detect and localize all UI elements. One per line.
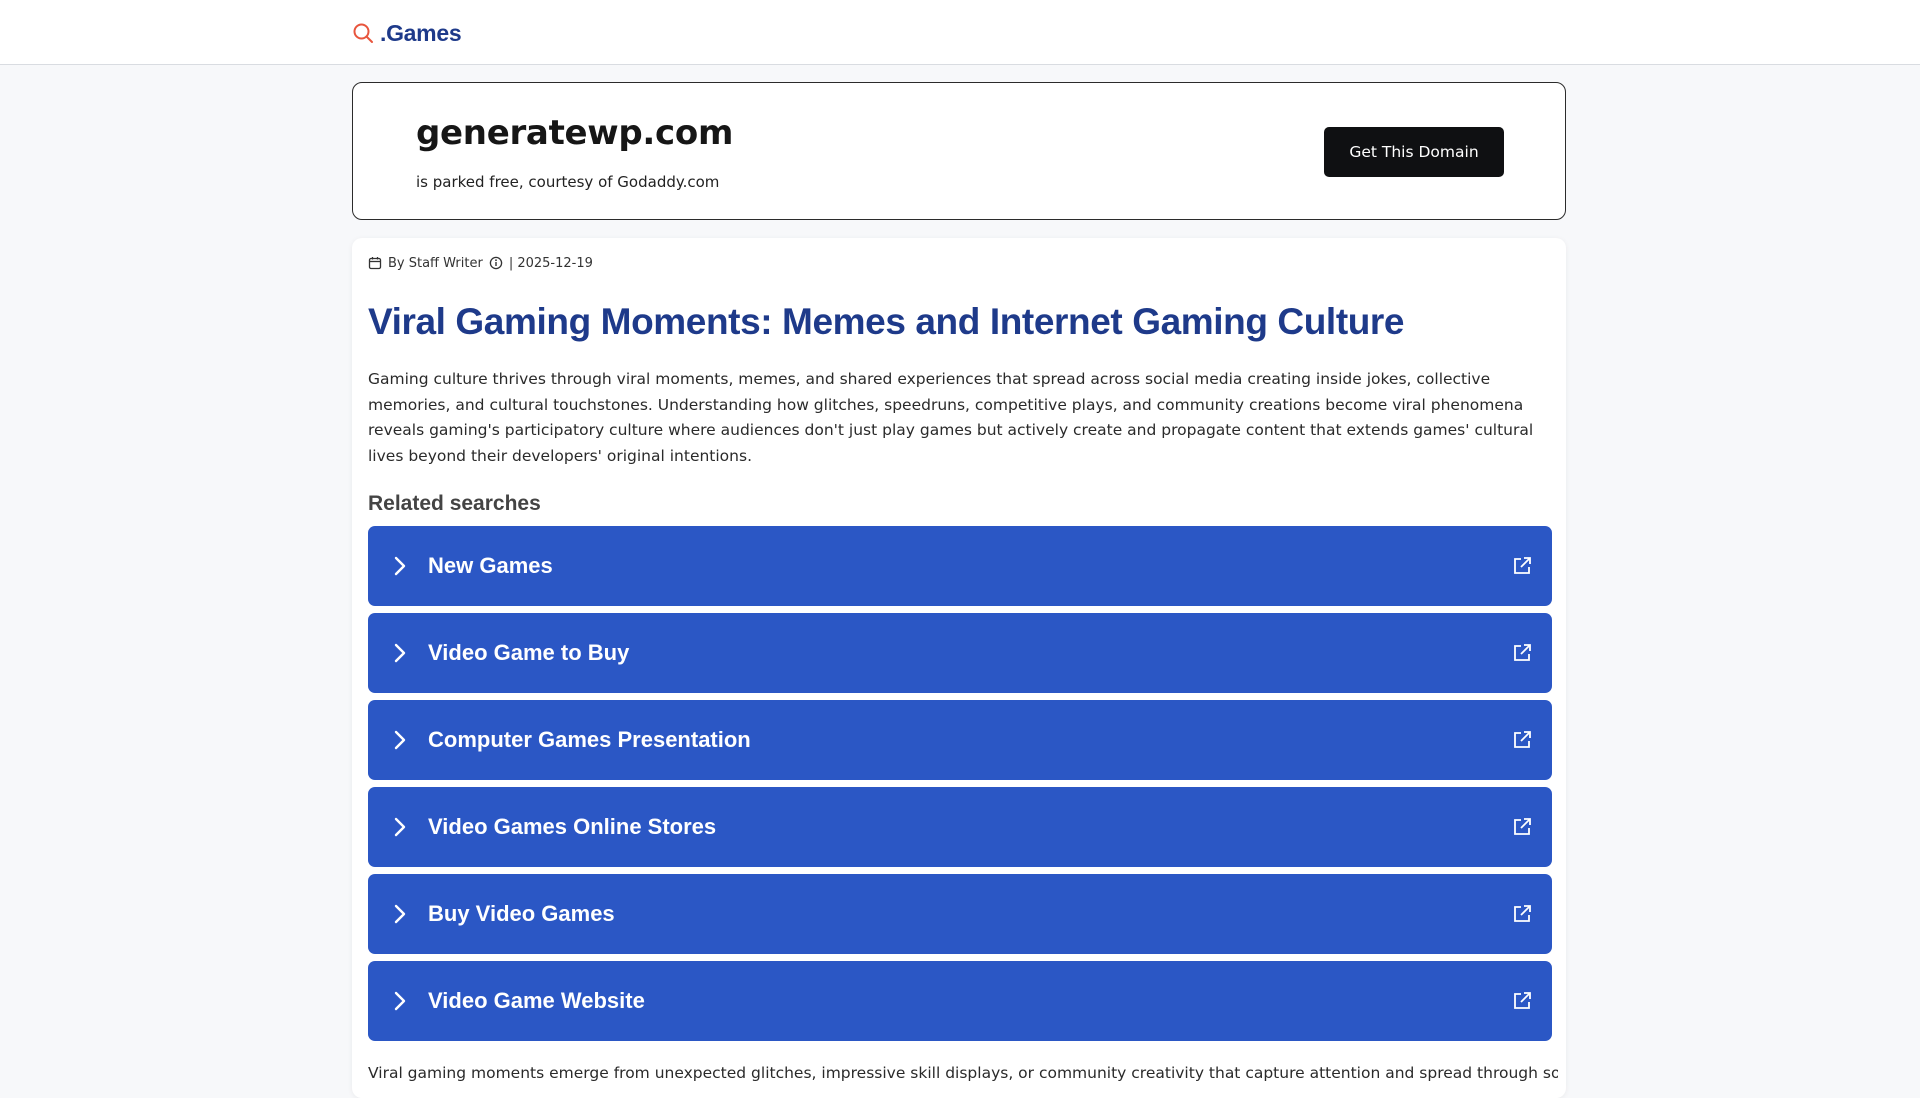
article-title: Viral Gaming Moments: Memes and Internet…: [368, 301, 1405, 342]
article-date: | 2025-12-19: [508, 255, 593, 271]
domain-parked-subtitle: is parked free, courtesy of Godaddy.com: [416, 173, 720, 191]
related-search-buy-video-games[interactable]: Buy Video Games: [368, 874, 1552, 954]
domain-name: generatewp.com: [416, 113, 734, 153]
related-search-video-game-to-buy[interactable]: Video Game to Buy: [368, 613, 1552, 693]
article-body-paragraph: Viral gaming moments emerge from unexpec…: [368, 1064, 1558, 1082]
external-link-icon: [1514, 644, 1531, 661]
article-meta: By Staff Writer | 2025-12-19: [368, 254, 593, 272]
chevron-right-icon: [394, 817, 406, 837]
chevron-right-icon: [394, 904, 406, 924]
brand-name: .Games: [380, 19, 462, 46]
related-search-video-games-online-stores[interactable]: Video Games Online Stores: [368, 787, 1552, 867]
external-link-icon: [1514, 557, 1531, 574]
chevron-right-icon: [394, 643, 406, 663]
article-author: By Staff Writer: [388, 255, 483, 271]
chevron-right-icon: [394, 730, 406, 750]
related-search-computer-games-presentation[interactable]: Computer Games Presentation: [368, 700, 1552, 780]
related-search-label: Computer Games Presentation: [428, 727, 751, 752]
related-search-video-game-website[interactable]: Video Game Website: [368, 961, 1552, 1041]
article-intro: Gaming culture thrives through viral mom…: [368, 370, 1534, 465]
external-link-icon: [1514, 992, 1531, 1009]
top-navigation-bar: .Games: [0, 0, 1920, 65]
site-logo-link[interactable]: .Games: [352, 18, 462, 48]
related-search-label: Video Games Online Stores: [428, 814, 717, 839]
search-icon: [353, 23, 373, 43]
related-search-new-games[interactable]: New Games: [368, 526, 1552, 606]
domain-parked-banner: generatewp.com is parked free, courtesy …: [352, 82, 1566, 220]
chevron-right-icon: [394, 556, 406, 576]
calendar-icon: [368, 257, 382, 270]
chevron-right-icon: [394, 991, 406, 1011]
related-search-label: Buy Video Games: [428, 901, 615, 926]
external-link-icon: [1514, 731, 1531, 748]
external-link-icon: [1514, 905, 1531, 922]
external-link-icon: [1514, 818, 1531, 835]
info-icon[interactable]: [489, 256, 503, 270]
related-search-label: Video Game Website: [428, 988, 645, 1013]
get-this-domain-button[interactable]: Get This Domain: [1324, 127, 1504, 177]
related-search-label: New Games: [428, 553, 553, 578]
related-searches-heading: Related searches: [368, 492, 541, 515]
article-card: By Staff Writer | 2025-12-19 Viral Gamin…: [352, 238, 1566, 1098]
related-search-label: Video Game to Buy: [428, 640, 630, 665]
